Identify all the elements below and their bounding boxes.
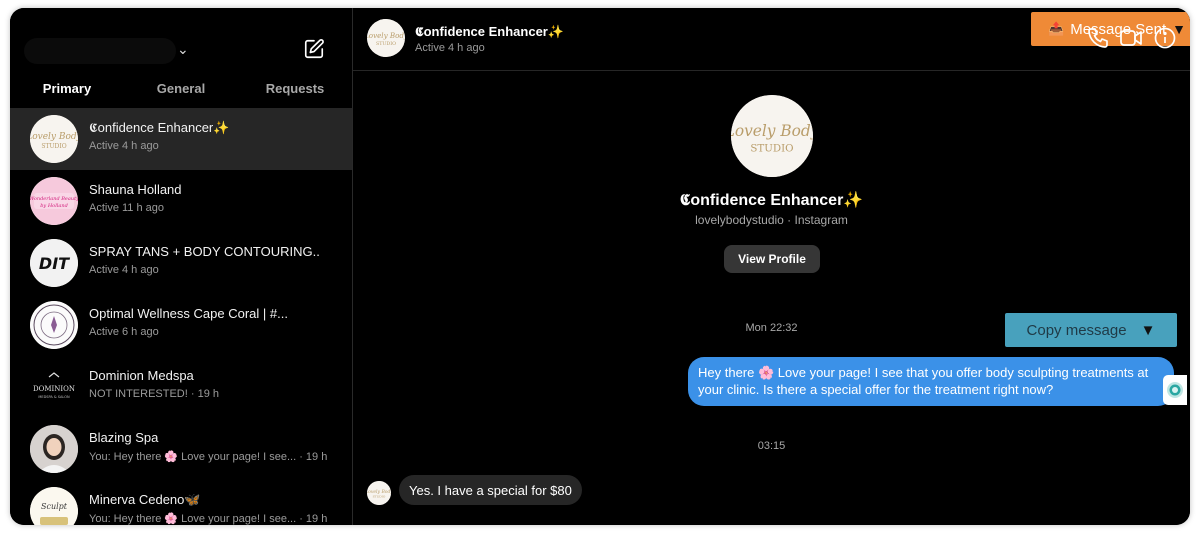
svg-text:STUDIO: STUDIO — [373, 495, 386, 499]
copy-message-button[interactable]: Copy message ▼ — [1005, 313, 1177, 347]
phone-icon[interactable] — [1086, 26, 1110, 50]
inbox-tabs: Primary General Requests — [10, 74, 352, 109]
conversation-name: Optimal Wellness Cape Coral | #... — [89, 306, 288, 321]
svg-text:DIT: DIT — [39, 254, 70, 273]
info-icon[interactable] — [1153, 26, 1177, 50]
conversation-item[interactable]: Lovely BodySTUDIO 𝕮onfidence Enhancer✨ A… — [10, 108, 352, 170]
contact-name[interactable]: 𝕮onfidence Enhancer✨ — [415, 24, 564, 40]
avatar: DOMINION MEDSPA & SALON — [30, 363, 78, 411]
incoming-message[interactable]: Yes. I have a special for $80 — [399, 475, 582, 505]
conversation-subtitle: NOT INTERESTED! · 19 h — [89, 388, 219, 400]
conversation-item[interactable]: Blazing Spa You: Hey there 🌸 Love your p… — [10, 418, 352, 480]
view-profile-button[interactable]: View Profile — [724, 245, 820, 273]
outgoing-message[interactable]: Hey there 🌸 Love your page! I see that y… — [688, 357, 1174, 406]
conversation-item[interactable]: DOMINION MEDSPA & SALON Dominion Medspa N… — [10, 356, 352, 418]
video-icon[interactable] — [1119, 26, 1143, 50]
svg-text:DOMINION: DOMINION — [33, 385, 75, 393]
contact-status: Active 4 h ago — [415, 42, 485, 54]
svg-text:Lovely Body: Lovely Body — [367, 31, 405, 40]
conversation-subtitle: Active 6 h ago — [89, 326, 159, 338]
conversation-item[interactable]: Sculpt Minerva Cedeno🦋 You: Hey there 🌸 … — [10, 480, 352, 525]
svg-text:Wonderland Beauty: Wonderland Beauty — [30, 196, 78, 202]
svg-text:Sculpt: Sculpt — [41, 502, 68, 511]
svg-text:Lovely Body: Lovely Body — [30, 132, 78, 142]
avatar — [30, 301, 78, 349]
conversation-subtitle: Active 4 h ago — [89, 140, 159, 152]
svg-text:Lovely Body: Lovely Body — [731, 122, 813, 140]
conversation-header: Lovely BodySTUDIO 𝕮onfidence Enhancer✨ A… — [353, 8, 1190, 71]
conversation-name: Minerva Cedeno🦋 — [89, 492, 201, 507]
conversation-list: Lovely BodySTUDIO 𝕮onfidence Enhancer✨ A… — [10, 108, 352, 525]
conversation-subtitle: You: Hey there 🌸 Love your page! I see..… — [89, 451, 328, 463]
conversation-subtitle: Active 11 h ago — [89, 202, 165, 214]
avatar — [30, 425, 78, 473]
profile-avatar[interactable]: Lovely Body STUDIO — [731, 95, 813, 177]
tab-general[interactable]: General — [124, 74, 238, 108]
svg-text:STUDIO: STUDIO — [750, 142, 793, 154]
conversation-item[interactable]: Optimal Wellness Cape Coral | #... Activ… — [10, 294, 352, 356]
tab-primary[interactable]: Primary — [10, 74, 124, 109]
conversation-item[interactable]: Wonderland Beauty by Holland Shauna Holla… — [10, 170, 352, 232]
avatar: Wonderland Beauty by Holland — [30, 177, 78, 225]
svg-text:by Holland: by Holland — [40, 203, 68, 209]
dropdown-arrow-icon: ▼ — [1140, 321, 1156, 339]
timestamp: 03:15 — [757, 440, 786, 452]
extension-badge-icon[interactable] — [1163, 375, 1187, 405]
conversation-name: Dominion Medspa — [89, 368, 194, 383]
avatar: DIT — [30, 239, 78, 287]
conversation-name: Shauna Holland — [89, 182, 182, 197]
svg-text:STUDIO: STUDIO — [376, 41, 396, 47]
svg-text:MEDSPA & SALON: MEDSPA & SALON — [38, 395, 70, 399]
conversation-subtitle: Active 4 h ago — [89, 264, 159, 276]
avatar: Sculpt — [30, 487, 78, 525]
profile-subtitle: lovelybodystudio · Instagram — [695, 213, 848, 227]
messenger-window: ⌄ Primary General Requests Lovely BodyST… — [10, 8, 1190, 525]
compose-icon[interactable] — [303, 38, 325, 60]
tab-requests[interactable]: Requests — [238, 74, 352, 108]
conversation-name: Blazing Spa — [89, 430, 159, 445]
conversation-pane: Lovely BodySTUDIO 𝕮onfidence Enhancer✨ A… — [353, 8, 1190, 525]
svg-text:STUDIO: STUDIO — [41, 143, 66, 150]
conversation-name: 𝕮onfidence Enhancer✨ — [89, 120, 230, 135]
avatar: Lovely BodySTUDIO — [30, 115, 78, 163]
outbox-icon: 📤 — [1048, 21, 1065, 36]
conversation-subtitle: You: Hey there 🌸 Love your page! I see..… — [89, 513, 328, 525]
copy-message-label: Copy message — [1026, 321, 1127, 339]
sidebar: ⌄ Primary General Requests Lovely BodyST… — [10, 8, 353, 525]
avatar[interactable]: Lovely BodySTUDIO — [367, 19, 405, 57]
conversation-name: SPRAY TANS + BODY CONTOURING... — [89, 244, 319, 259]
profile-name: 𝕮onfidence Enhancer✨ — [679, 192, 864, 209]
avatar[interactable]: Lovely BodySTUDIO — [367, 481, 391, 505]
account-switcher[interactable] — [24, 38, 176, 64]
conversation-item[interactable]: DIT SPRAY TANS + BODY CONTOURING... Acti… — [10, 232, 352, 294]
chevron-down-icon[interactable]: ⌄ — [177, 41, 189, 58]
